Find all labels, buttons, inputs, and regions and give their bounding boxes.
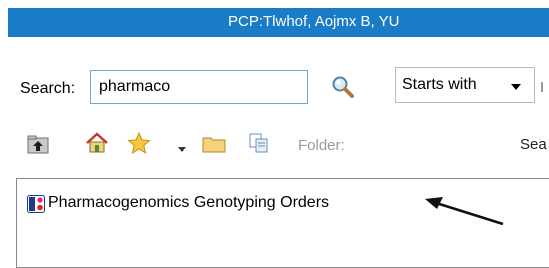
- order-set-icon: [27, 195, 45, 213]
- title-bar-band: PCP:Tlwhof, Aojmx B, YU: [8, 8, 549, 37]
- search-label: Search:: [20, 80, 76, 97]
- search-mode-select[interactable]: Starts with: [395, 67, 535, 103]
- search-input[interactable]: [90, 70, 308, 104]
- favorites-star-icon[interactable]: [127, 131, 151, 159]
- folder-icon[interactable]: [202, 134, 226, 159]
- window-title: PCP:Tlwhof, Aojmx B, YU: [228, 13, 400, 30]
- magnifier-icon[interactable]: [330, 74, 356, 100]
- chevron-down-icon: [511, 84, 521, 90]
- home-icon[interactable]: [85, 132, 109, 159]
- title-bar: PCP:Tlwhof, Aojmx B, YU: [0, 0, 549, 44]
- dropdown-arrow-icon[interactable]: [178, 140, 186, 158]
- search-scope-label: Sea: [520, 136, 547, 153]
- arrow-icon: [423, 190, 507, 235]
- copy-icon[interactable]: [248, 132, 270, 159]
- search-mode-value: Starts with: [402, 76, 477, 93]
- up-folder-icon[interactable]: [27, 135, 49, 160]
- result-label: Pharmacogenomics Genotyping Orders: [48, 194, 330, 211]
- folder-label: Folder:: [298, 137, 345, 154]
- truncated-control-edge: [541, 82, 547, 92]
